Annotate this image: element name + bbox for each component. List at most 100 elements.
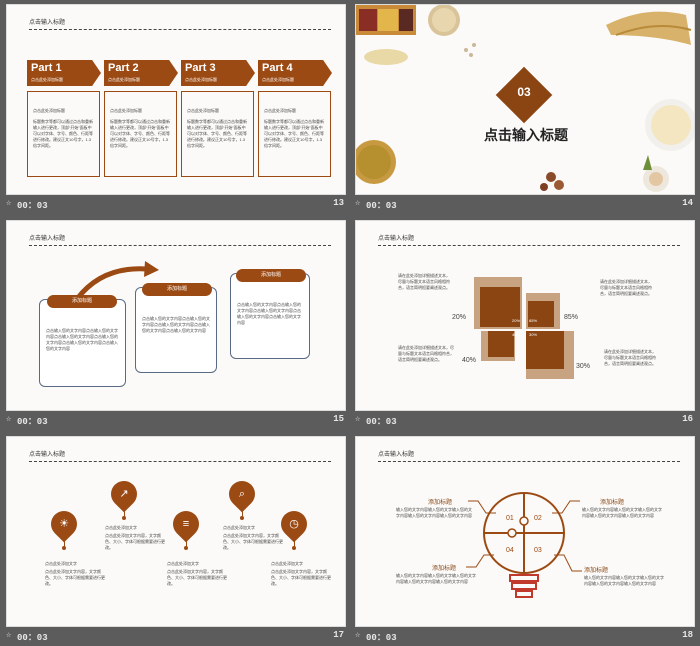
slide-meta-bar: ☆ 00：03 16 [355,413,695,427]
slide-13-canvas: 点击输入标题 Part 1 点击此处添加标题 Part 2 点击此处添加标题 P… [6,4,346,195]
part-arrow: Part 4 点击此处添加标题 [258,60,332,86]
puzzle-number: 01 [506,515,514,522]
item-body: 点击此处添加文字内容，文字颜色、大小、字体可根据需要进行更改。 [45,569,105,586]
card-body: 点击输入您的文字内容点击输入您的文字内容点击输入您的文字内容点击输入您的文字内容… [237,302,301,325]
part-box-body: 标题数字等都可以通过点击和重新输入进行更改，顶部“开始”面板中可以对字体、字号、… [187,119,247,148]
puzzle-number: 03 [534,547,542,554]
part-arrow: Part 1 点击此处添加标题 [27,60,101,86]
card-label-pill: 添加标题 [236,269,306,282]
slide-timing: 00：03 [366,633,397,643]
callout-body: 输入您的文字内容输入您的文字输入您的文字内容输入您的文字内容输入您的文字内容 [584,575,664,586]
slide-number: 14 [682,198,693,208]
transition-star-icon[interactable]: ☆ [355,198,360,208]
puzzle-lightbulb [466,492,582,598]
item-body: 点击此处添加文字内容，文字颜色、大小、字体可根据需要进行更改。 [271,569,331,586]
callout-title: 添加标题 [584,568,609,574]
item-body: 点击此处添加文字内容，文字颜色、大小、字体可根据需要进行更改。 [167,569,227,586]
pin-dot [62,546,66,550]
part-title: Part 2 [108,62,139,74]
header-divider [378,245,680,246]
magnifier-icon: ⌕ [238,488,246,500]
slide-15-canvas: 点击输入标题 点击输入您的文字内容点击输入您的文字内容点击输入您的文字内容点击输… [6,220,346,411]
slide-16-canvas: 点击输入标题 20% 85% 40% 30% 20% 85% 40% 30% 请… [355,220,695,411]
pin-dot [292,546,296,550]
part-box-heading: 点击此处添加标题 [187,108,219,113]
item-heading: 点击此处添加文字 [271,561,303,566]
transition-star-icon[interactable]: ☆ [355,414,360,424]
content-card: 点击输入您的文字内容点击输入您的文字内容点击输入您的文字内容点击输入您的文字内容… [230,273,310,359]
percent-label: 20% [452,314,467,321]
part-title: Part 1 [31,62,62,74]
slide-number: 13 [333,198,344,208]
slide-number: 18 [682,630,693,640]
callout-title: 添加标题 [600,500,625,506]
slide-17-canvas: 点击输入标题 ☀ 点击此处添加文字 点击此处添加文字内容，文字颜色、大小、字体可… [6,436,346,627]
part-box-body: 标题数字等都可以通过点击和重新输入进行更改，顶部“开始”面板中可以对字体、字号、… [110,119,170,148]
lightbulb-icon: ☀ [59,518,69,530]
percent-square-dark [528,301,554,327]
percent-label: 85% [564,314,579,321]
document-icon: ≡ [182,518,190,530]
chart-icon: ↗ [119,488,129,500]
puzzle-number: 04 [506,547,514,554]
slide-14-canvas: 03 点击输入标题 [355,4,695,195]
slide-18-canvas: 点击输入标题 01 02 04 03 添加标题 输入您的文字内容输入您的文字输入… [355,436,695,627]
part-box-heading: 点击此处添加标题 [33,108,65,113]
slide-meta-bar: ☆ 00：03 17 [6,629,346,643]
transition-star-icon[interactable]: ☆ [6,414,11,424]
slide-header: 点击输入标题 [29,20,66,26]
percent-label: 30% [576,363,591,370]
callout-title: 添加标题 [428,500,453,506]
section-number: 03 [517,85,531,99]
item-heading: 点击此处添加文字 [223,525,255,530]
part-arrow: Part 2 点击此处添加标题 [104,60,178,86]
part-subtitle: 点击此处添加标题 [262,77,294,82]
item-heading: 点击此处添加文字 [45,561,77,566]
slide-timing: 00：03 [366,417,397,427]
slide-number: 17 [333,630,344,640]
inner-percent: 40% [512,332,521,337]
part-textbox: 点击此处添加标题 标题数字等都可以通过点击和重新输入进行更改，顶部“开始”面板中… [104,91,177,177]
item-heading: 点击此处添加文字 [105,525,137,530]
section-title: 点击输入标题 [484,127,568,143]
slide-header: 点击输入标题 [29,452,66,458]
transition-star-icon[interactable]: ☆ [6,198,11,208]
percent-square-dark [488,331,514,357]
inner-percent: 20% [512,318,521,323]
description-text: 请在此处添加详细描述文本，尽量与标题文本语言风格相符合，语言简明扼要阐述观点。 [604,349,656,366]
inner-percent: 30% [529,332,538,337]
part-arrow: Part 3 点击此处添加标题 [181,60,255,86]
slide-timing: 00：03 [17,633,48,643]
slide-meta-bar: ☆ 00：03 15 [6,413,346,427]
stopwatch-icon: ◷ [289,518,299,530]
part-box-body: 标题数字等都可以通过点击和重新输入进行更改，顶部“开始”面板中可以对字体、字号、… [33,119,93,148]
part-box-heading: 点击此处添加标题 [264,108,296,113]
transition-star-icon[interactable]: ☆ [6,630,11,640]
pin-dot [122,516,126,520]
transition-star-icon[interactable]: ☆ [355,630,360,640]
slide-meta-bar: ☆ 00：03 13 [6,197,346,211]
part-subtitle: 点击此处添加标题 [108,77,140,82]
callout-body: 输入您的文字内容输入您的文字输入您的文字内容输入您的文字内容输入您的文字内容 [396,507,472,518]
part-subtitle: 点击此处添加标题 [31,77,63,82]
header-divider [29,461,331,462]
part-textbox: 点击此处添加标题 标题数字等都可以通过点击和重新输入进行更改，顶部“开始”面板中… [27,91,100,177]
part-title: Part 3 [185,62,216,74]
percent-label: 40% [462,357,477,364]
slide-number: 15 [333,414,344,424]
description-text: 请在此处添加详细描述文本，尽量与标题文本语言风格相符合，语言简明扼要阐述观点。 [398,345,454,362]
callout-title: 添加标题 [432,566,457,572]
part-subtitle: 点击此处添加标题 [185,77,217,82]
part-box-heading: 点击此处添加标题 [110,108,142,113]
slide-timing: 00：03 [17,201,48,211]
pin-dot [184,546,188,550]
part-textbox: 点击此处添加标题 标题数字等都可以通过点击和重新输入进行更改，顶部“开始”面板中… [258,91,331,177]
description-text: 请在此处添加详细描述文本，尽量与标题文本语言风格相符合，语言简明扼要阐述观点。 [600,279,652,296]
item-heading: 点击此处添加文字 [167,561,199,566]
slide-meta-bar: ☆ 00：03 14 [355,197,695,211]
card-body: 点击输入您的文字内容点击输入您的文字内容点击输入您的文字内容点击输入您的文字内容… [46,328,118,351]
part-box-body: 标题数字等都可以通过点击和重新输入进行更改，顶部“开始”面板中可以对字体、字号、… [264,119,324,148]
slide-header: 点击输入标题 [378,236,415,242]
puzzle-number: 02 [534,515,542,522]
card-label-pill: 添加标题 [142,283,212,296]
